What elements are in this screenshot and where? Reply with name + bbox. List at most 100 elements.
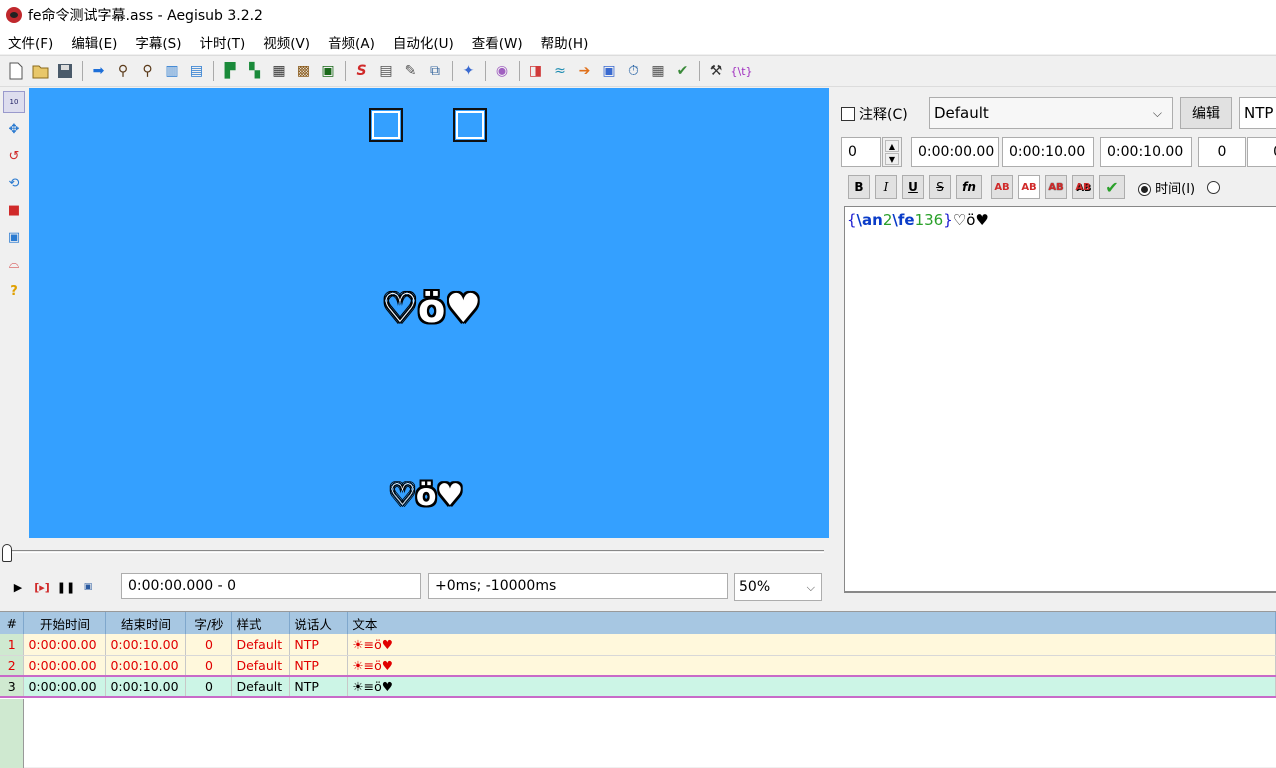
video-position-field[interactable]: 0:00:00.000 - 0	[121, 573, 421, 599]
layer-spinner[interactable]: ▲ ▼	[882, 137, 902, 167]
play-icon[interactable]: ▶	[8, 577, 28, 597]
save-file-icon[interactable]	[55, 61, 75, 81]
menu-subtitle[interactable]: 字幕(S)	[135, 32, 181, 52]
actor-field[interactable]: NTP	[1239, 97, 1276, 129]
table-row[interactable]: 1 0:00:00.00 0:00:10.00 0 Default NTP ☀≡…	[0, 634, 1276, 656]
table-row[interactable]: 3 0:00:00.00 0:00:10.00 0 Default NTP ☀≡…	[0, 675, 1276, 698]
edit-style-button[interactable]: 编辑	[1180, 97, 1232, 129]
play-line-icon[interactable]: [▸]	[30, 577, 54, 597]
vector-clip-icon[interactable]: ⌓	[3, 253, 25, 275]
shadow-color-button[interactable]: AB	[1072, 175, 1094, 199]
open-file-icon[interactable]	[31, 61, 51, 81]
tag-toggle-button[interactable]: {\t}	[730, 61, 752, 81]
primary-color-button[interactable]: AB	[991, 175, 1013, 199]
zoom-out-icon[interactable]: ⚲	[138, 61, 158, 81]
standard-tool-icon[interactable]: 10	[3, 91, 25, 113]
italic-button[interactable]: I	[875, 175, 897, 199]
style-dropdown[interactable]: Default ⌵	[929, 97, 1173, 129]
subtitle-text-editor[interactable]: {\an2\fe136}♡ö♥	[844, 206, 1276, 593]
check-spelling-icon[interactable]: ✔	[673, 61, 693, 81]
menu-help[interactable]: 帮助(H)	[541, 32, 589, 52]
col-start[interactable]: 开始时间	[23, 612, 107, 634]
margin-right-field[interactable]: 0	[1247, 137, 1276, 167]
text-content: ♡ö♥	[952, 211, 989, 229]
menu-automation[interactable]: 自动化(U)	[393, 32, 454, 52]
open-audio-icon[interactable]: ▤	[187, 61, 207, 81]
menu-timing[interactable]: 计时(T)	[200, 32, 246, 52]
start-time-field[interactable]: 0:00:00.00	[911, 137, 999, 167]
menu-edit[interactable]: 编辑(E)	[71, 32, 117, 52]
commit-icon[interactable]: ✔	[1099, 175, 1125, 199]
pause-icon[interactable]: ❚❚	[56, 577, 76, 597]
new-file-icon[interactable]	[6, 61, 26, 81]
rotate-xy-icon[interactable]: ⟲	[3, 172, 25, 194]
radio-time[interactable]	[1138, 182, 1151, 196]
seek-slider-track[interactable]	[6, 550, 824, 553]
outline-color-button[interactable]: AB	[1045, 175, 1067, 199]
col-style[interactable]: 样式	[231, 612, 291, 634]
stopwatch-icon[interactable]: ⏱	[624, 61, 644, 81]
col-actor[interactable]: 说话人	[289, 612, 349, 634]
underline-button[interactable]: U	[902, 175, 924, 199]
open-video-icon[interactable]: ▥	[162, 61, 182, 81]
layer-field[interactable]: 0	[841, 137, 881, 167]
duration-field[interactable]: 0:00:10.00	[1100, 137, 1192, 167]
menu-video[interactable]: 视频(V)	[263, 32, 310, 52]
end-time-value: 0:00:10.00	[1009, 144, 1086, 160]
kanji-timer-icon[interactable]: ➔	[575, 61, 595, 81]
translation-assistant-icon[interactable]: ◉	[492, 61, 512, 81]
zoom-dropdown[interactable]: 50% ⌵	[734, 573, 822, 601]
spin-down-icon[interactable]: ▼	[885, 153, 899, 165]
margin-left-field[interactable]: 0	[1198, 137, 1246, 167]
menu-view[interactable]: 查看(W)	[472, 32, 523, 52]
video-offset-field[interactable]: +0ms; -10000ms	[428, 573, 728, 599]
help-icon[interactable]: ?	[3, 280, 25, 302]
attachments-icon[interactable]: ▦	[269, 61, 289, 81]
menu-audio[interactable]: 音频(A)	[328, 32, 375, 52]
spell-checker-icon[interactable]: ✦	[459, 61, 479, 81]
shift-times-icon[interactable]: ◨	[526, 61, 546, 81]
col-cps[interactable]: 字/秒	[185, 612, 233, 634]
bold-button[interactable]: B	[848, 175, 870, 199]
resample-icon[interactable]: ✎	[401, 61, 421, 81]
video-details-icon[interactable]: ▣	[318, 61, 338, 81]
scale-tool-icon[interactable]: ■	[3, 199, 25, 221]
drag-tool-icon[interactable]: ✥	[3, 118, 25, 140]
time-radio[interactable]: 时间(I)	[1138, 178, 1195, 197]
checkbox-box[interactable]	[841, 107, 855, 121]
options-icon[interactable]: ⚒	[706, 61, 726, 81]
radio-frame[interactable]	[1207, 180, 1221, 194]
properties-icon[interactable]: ▤	[376, 61, 396, 81]
font-button[interactable]: fn	[956, 175, 982, 199]
timing-post-processor-icon[interactable]: ≈	[550, 61, 570, 81]
fonts-collector-icon[interactable]: ▩	[294, 61, 314, 81]
table-row[interactable]: 2 0:00:00.00 0:00:10.00 0 Default NTP ☀≡…	[0, 655, 1276, 677]
comment-checkbox[interactable]: 注释(C)	[841, 104, 908, 124]
col-end[interactable]: 结束时间	[105, 612, 187, 634]
menu-file[interactable]: 文件(F)	[8, 32, 53, 52]
strikeout-button[interactable]: S	[929, 175, 951, 199]
seek-slider-thumb[interactable]	[2, 544, 12, 562]
row-number: 2	[0, 655, 25, 677]
visual-typesetting-icon[interactable]: ▣	[599, 61, 619, 81]
col-text[interactable]: 文本	[347, 612, 1276, 634]
jump-to-icon[interactable]: ➡	[89, 61, 109, 81]
styles-manager-icon[interactable]: ▛	[220, 61, 240, 81]
rotate-z-icon[interactable]: ↺	[3, 145, 25, 167]
spin-up-icon[interactable]: ▲	[885, 140, 899, 152]
clip-tool-icon[interactable]: ▣	[3, 226, 25, 248]
end-time-field[interactable]: 0:00:10.00	[1002, 137, 1094, 167]
col-number[interactable]: #	[0, 612, 25, 634]
styles-assistant-icon[interactable]: ▚	[245, 61, 265, 81]
automation-icon[interactable]: S	[352, 61, 372, 81]
video-subtitle-bottom: ♡ö♥	[389, 478, 464, 513]
kara-templater-icon[interactable]: ▦	[648, 61, 668, 81]
select-lines-icon[interactable]: ⧉	[425, 61, 445, 81]
auto-scroll-icon[interactable]: ▣	[78, 577, 98, 597]
text-tag-an-value: 2	[882, 211, 893, 229]
grid-row-header-strip	[0, 699, 24, 768]
edit-row-times: 0 ▲ ▼ 0:00:00.00 0:00:10.00 0:00:10.00 0…	[836, 137, 1276, 167]
zoom-in-icon[interactable]: ⚲	[113, 61, 133, 81]
video-display[interactable]: ♡ö♥ ♡ö♥	[29, 88, 829, 538]
secondary-color-button[interactable]: AB	[1018, 175, 1040, 199]
